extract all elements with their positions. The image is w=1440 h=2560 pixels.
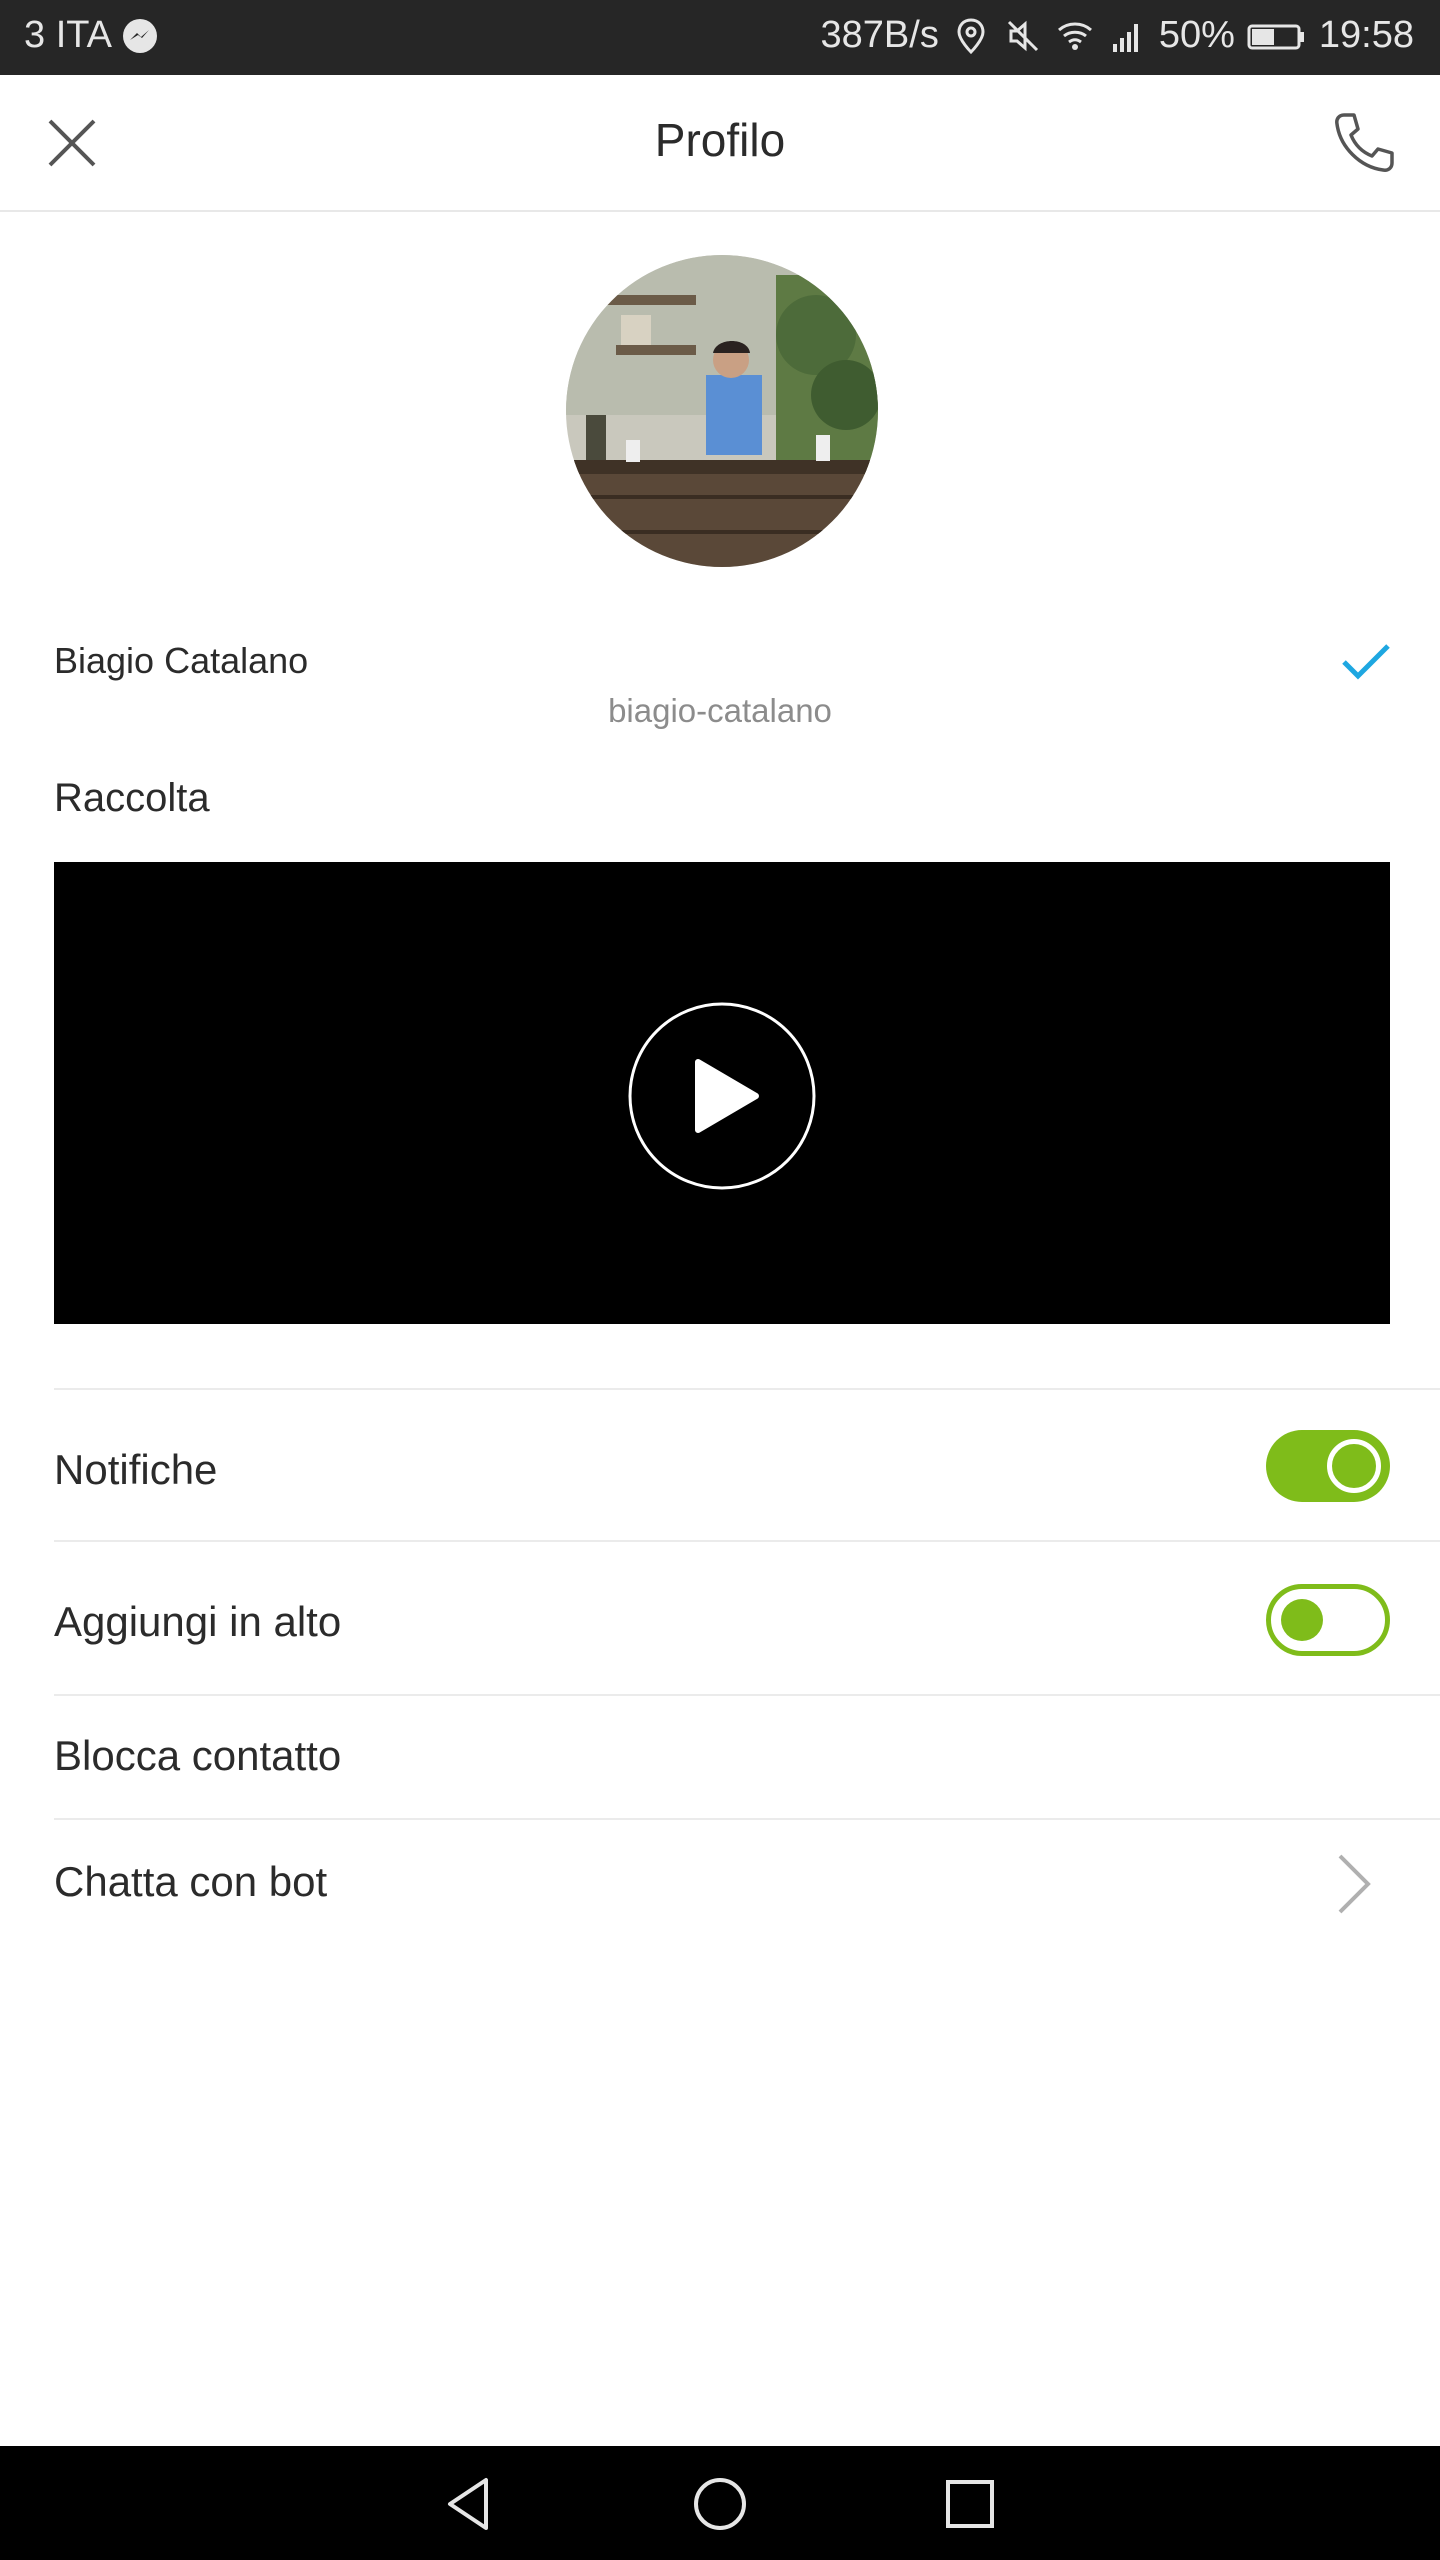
settings-row-pin-top: Aggiungi in alto [54, 1540, 1440, 1696]
net-speed-label: 387B/s [820, 14, 939, 56]
clock: 19:58 [1318, 14, 1414, 56]
avatar[interactable] [566, 255, 878, 567]
settings-row-block-contact[interactable]: Blocca contatto [54, 1694, 1440, 1820]
settings-row-notifications: Notifiche [54, 1388, 1440, 1542]
back-icon[interactable] [438, 2472, 502, 2536]
location-icon [957, 17, 985, 54]
collection-title: Raccolta [54, 776, 210, 820]
pin-top-label: Aggiungi in alto [54, 1598, 342, 1645]
app-bar: Profilo [0, 75, 1440, 212]
recents-icon[interactable] [938, 2472, 1002, 2536]
video-player[interactable] [54, 862, 1390, 1324]
toggle-knob [1327, 1439, 1381, 1493]
navigation-bar [0, 2446, 1440, 2560]
block-contact-label: Blocca contatto [54, 1732, 342, 1779]
pin-top-toggle[interactable] [1266, 1584, 1390, 1656]
signal-icon [1112, 23, 1138, 52]
mute-icon [1007, 20, 1038, 51]
settings-row-chat-bot[interactable]: Chatta con bot [54, 1818, 1440, 1944]
chat-bot-label: Chatta con bot [54, 1858, 328, 1905]
play-icon[interactable] [626, 1002, 818, 1190]
carrier-label: 3 ITA [24, 14, 112, 56]
avatar-photo [566, 255, 878, 567]
messenger-icon [123, 18, 157, 53]
profile-handle: biagio-catalano [608, 692, 832, 729]
battery-percent: 50% [1158, 14, 1235, 56]
checkmark-icon [1342, 644, 1390, 680]
toggle-knob [1281, 1599, 1323, 1641]
page-title: Profilo [654, 114, 786, 166]
notifications-label: Notifiche [54, 1446, 218, 1493]
profile-name: Biagio Catalano [54, 640, 309, 681]
status-bar: 3 ITA 387B/s 50% 19:58 [0, 0, 1440, 75]
phone-icon[interactable] [1328, 107, 1400, 179]
wifi-icon [1057, 22, 1092, 50]
battery-icon [1247, 24, 1304, 49]
notifications-toggle[interactable] [1266, 1430, 1390, 1502]
chevron-right-icon [1338, 1854, 1371, 1914]
home-icon[interactable] [688, 2472, 752, 2536]
